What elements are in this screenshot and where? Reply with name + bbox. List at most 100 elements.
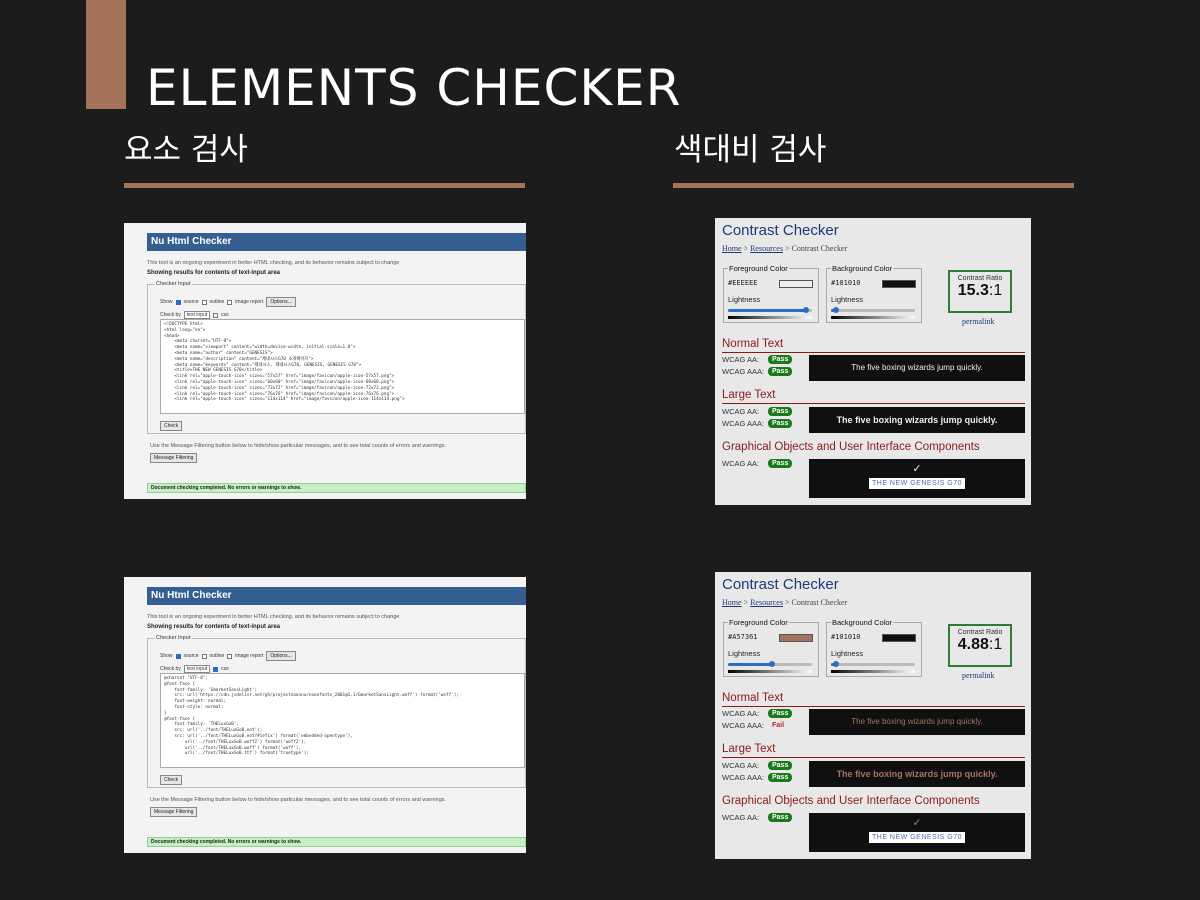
show-options-row: Show source outline image report Options… (160, 651, 296, 661)
breadcrumb-home[interactable]: Home (722, 244, 742, 253)
background-color-swatch[interactable] (882, 634, 916, 642)
breadcrumb: Home > Resources > Contrast Checker (722, 598, 847, 607)
lightness-gradient (831, 670, 915, 673)
genesis-logo-sample: THE NEW GENESIS G70 (869, 478, 965, 489)
checkmark-icon: ✓ (912, 817, 922, 829)
background-lightness-slider[interactable] (831, 307, 915, 313)
breadcrumb-resources[interactable]: Resources (750, 598, 783, 607)
wcag-aaa-label: WCAG AAA: (722, 773, 765, 782)
image-report-checkbox[interactable] (227, 653, 233, 659)
image-report-checkbox[interactable] (227, 299, 233, 305)
normal-aa-row: WCAG AA: Pass (722, 355, 793, 364)
large-text-heading: Large Text (722, 743, 776, 755)
large-aa-row: WCAG AA: Pass (722, 407, 793, 416)
section-divider (722, 403, 1025, 404)
check-button[interactable]: Check (160, 775, 183, 785)
ratio-number: 4.88 (957, 636, 989, 653)
code-textarea[interactable]: @charset "UTF-8"; @font-face { font-famil… (160, 673, 525, 768)
foreground-color-box: Foreground Color #EEEEEE Lightness (723, 264, 819, 323)
check-by-select[interactable]: text input (183, 311, 211, 319)
code-textarea[interactable]: <!DOCTYPE html> <html lang="en"> <head> <m… (160, 319, 525, 414)
css-checkbox[interactable] (213, 312, 219, 318)
slider-knob[interactable] (768, 661, 775, 667)
options-button[interactable]: Options... (266, 651, 296, 661)
normal-aaa-row: WCAG AAA: Fail (722, 721, 788, 730)
wcag-aa-label: WCAG AA: (722, 813, 760, 822)
normal-text-heading: Normal Text (722, 338, 784, 350)
permalink-link[interactable]: permalink (962, 671, 994, 680)
foreground-lightness-slider[interactable] (728, 307, 812, 313)
normal-text-sample: The five boxing wizards jump quickly. (809, 355, 1025, 381)
background-color-swatch[interactable] (882, 280, 916, 288)
normal-aaa-badge: Pass (768, 367, 793, 376)
foreground-lightness-slider[interactable] (728, 661, 812, 667)
nu-header: Nu Html Checker (147, 587, 526, 605)
background-hex-input[interactable]: #101010 (831, 633, 861, 641)
large-aa-row: WCAG AA: Pass (722, 761, 793, 770)
contrast-ratio-label: Contrast Ratio (957, 275, 1003, 282)
slider-knob[interactable] (833, 661, 840, 667)
contrast-ratio-box: Contrast Ratio 4.88:1 (948, 624, 1012, 667)
section-divider (722, 757, 1025, 758)
filter-hint-text: Use the Message Filtering button below t… (150, 797, 446, 803)
foreground-color-swatch[interactable] (779, 280, 813, 288)
wcag-aaa-label: WCAG AAA: (722, 419, 765, 428)
breadcrumb-resources[interactable]: Resources (750, 244, 783, 253)
lightness-gradient (728, 316, 812, 319)
nu-checker-screenshot-css: Nu Html Checker This tool is an ongoing … (124, 577, 526, 853)
contrast-ratio-box: Contrast Ratio 15.3:1 (948, 270, 1012, 313)
source-checkbox[interactable] (175, 299, 181, 305)
check-by-label: Check by (160, 312, 181, 318)
background-color-box: Background Color #101010 Lightness (826, 618, 922, 677)
outline-checkbox[interactable] (201, 299, 207, 305)
nu-showing-text: Showing results for contents of text-inp… (147, 270, 281, 276)
background-hex-input[interactable]: #101010 (831, 279, 861, 287)
foreground-color-box: Foreground Color #A57361 Lightness (723, 618, 819, 677)
message-filtering-button[interactable]: Message Filtering (150, 453, 198, 463)
normal-text-heading: Normal Text (722, 692, 784, 704)
lightness-gradient (728, 670, 812, 673)
left-heading-rule (124, 183, 525, 188)
options-button[interactable]: Options... (266, 297, 296, 307)
lightness-label: Lightness (831, 649, 864, 658)
genesis-logo-sample: THE NEW GENESIS G70 (869, 832, 965, 843)
check-by-select[interactable]: text input (183, 665, 211, 673)
check-button[interactable]: Check (160, 421, 183, 431)
breadcrumb: Home > Resources > Contrast Checker (722, 244, 847, 253)
background-color-box: Background Color #101010 Lightness (826, 264, 922, 323)
source-checkbox[interactable] (175, 653, 181, 659)
message-filtering-button[interactable]: Message Filtering (150, 807, 198, 817)
large-aa-badge: Pass (768, 407, 793, 416)
large-aaa-badge: Pass (768, 773, 793, 782)
wcag-aa-label: WCAG AA: (722, 761, 760, 770)
nu-checker-screenshot-html: Nu Html Checker This tool is an ongoing … (124, 223, 526, 499)
background-lightness-slider[interactable] (831, 661, 915, 667)
contrast-checker-screenshot-accent: Contrast Checker Home > Resources > Cont… (715, 572, 1031, 859)
foreground-color-swatch[interactable] (779, 634, 813, 642)
slider-knob[interactable] (803, 307, 810, 313)
foreground-label: Foreground Color (728, 264, 789, 273)
graphical-sample: ✓ THE NEW GENESIS G70 (809, 459, 1025, 498)
image-report-label: image report (235, 653, 264, 659)
css-checkbox[interactable] (213, 666, 219, 672)
large-aaa-row: WCAG AAA: Pass (722, 773, 793, 782)
breadcrumb-home[interactable]: Home (722, 598, 742, 607)
outline-checkbox[interactable] (201, 653, 207, 659)
graphical-aa-row: WCAG AA: Pass (722, 459, 793, 468)
right-section-heading: 색대비 검사 (674, 132, 827, 168)
foreground-hex-input[interactable]: #EEEEEE (728, 279, 758, 287)
normal-aa-badge: Pass (768, 355, 793, 364)
slider-knob[interactable] (833, 307, 840, 313)
contrast-ratio-label: Contrast Ratio (957, 629, 1003, 636)
show-label: Show (160, 653, 173, 659)
graphical-sample: ✓ THE NEW GENESIS G70 (809, 813, 1025, 852)
lightness-label: Lightness (728, 295, 761, 304)
graphical-aa-badge: Pass (768, 459, 793, 468)
foreground-hex-input[interactable]: #A57361 (728, 633, 758, 641)
lightness-label: Lightness (831, 295, 864, 304)
wcag-aa-label: WCAG AA: (722, 459, 760, 468)
normal-aaa-badge: Fail (772, 722, 785, 729)
ratio-suffix: :1 (988, 636, 1003, 653)
breadcrumb-current: Contrast Checker (791, 598, 848, 607)
permalink-link[interactable]: permalink (962, 317, 994, 326)
